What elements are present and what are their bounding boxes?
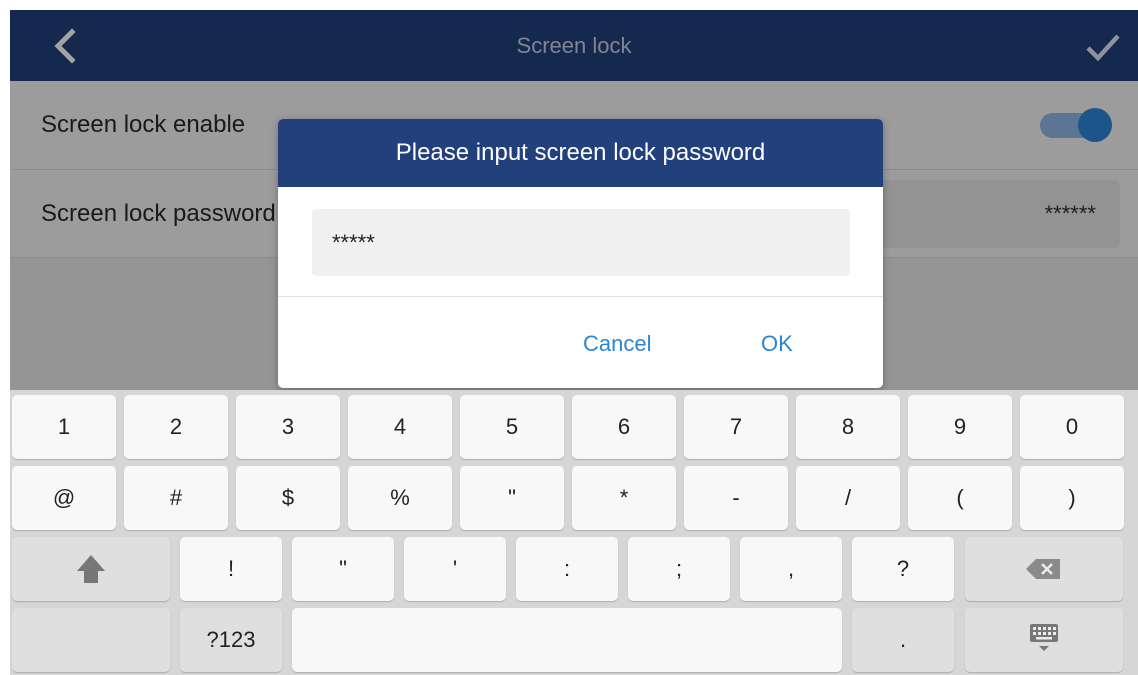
key-dash[interactable]: - [684,466,788,530]
shift-key[interactable] [12,537,170,601]
key-close-paren[interactable]: ) [1020,466,1124,530]
key-semicolon[interactable]: ; [628,537,730,601]
key-5[interactable]: 5 [460,395,564,459]
key-exclamation[interactable]: ! [180,537,282,601]
password-dialog: Please input screen lock password Cancel… [278,119,883,388]
key-apostrophe[interactable]: ' [404,537,506,601]
key-question[interactable]: ? [852,537,954,601]
key-dollar[interactable]: $ [236,466,340,530]
dialog-title: Please input screen lock password [395,139,766,166]
key-slash[interactable]: / [796,466,900,530]
key-percent[interactable]: % [348,466,452,530]
key-8[interactable]: 8 [796,395,900,459]
ok-button[interactable]: OK [761,324,793,364]
key-hash[interactable]: # [124,466,228,530]
keyboard-hide-icon [1030,624,1058,651]
key-at[interactable]: @ [12,466,116,530]
dialog-divider [278,296,883,297]
symbols-mode-key[interactable]: ?123 [180,608,282,672]
blank-key[interactable] [12,608,170,672]
key-asterisk[interactable]: * [572,466,676,530]
backspace-icon [1026,559,1060,579]
key-2[interactable]: 2 [124,395,228,459]
screen: Screen lock Screen lock enable Screen lo… [10,10,1138,675]
backspace-key[interactable] [965,537,1123,601]
key-comma[interactable]: , [740,537,842,601]
password-input[interactable] [312,209,850,276]
on-screen-keyboard: 1 2 3 4 5 6 7 8 9 0 @ # $ % " * - / ( ) … [10,390,1138,675]
key-4[interactable]: 4 [348,395,452,459]
key-double-quote[interactable]: " [460,466,564,530]
key-7[interactable]: 7 [684,395,788,459]
hide-keyboard-key[interactable] [965,608,1123,672]
key-6[interactable]: 6 [572,395,676,459]
key-0[interactable]: 0 [1020,395,1124,459]
shift-icon [77,555,105,583]
key-1[interactable]: 1 [12,395,116,459]
key-colon[interactable]: : [516,537,618,601]
key-open-paren[interactable]: ( [908,466,1012,530]
key-period[interactable]: . [852,608,954,672]
space-bar[interactable] [292,608,842,672]
key-double-quote-2[interactable]: " [292,537,394,601]
dialog-header: Please input screen lock password [278,119,883,187]
key-3[interactable]: 3 [236,395,340,459]
cancel-button[interactable]: Cancel [583,324,651,364]
key-9[interactable]: 9 [908,395,1012,459]
